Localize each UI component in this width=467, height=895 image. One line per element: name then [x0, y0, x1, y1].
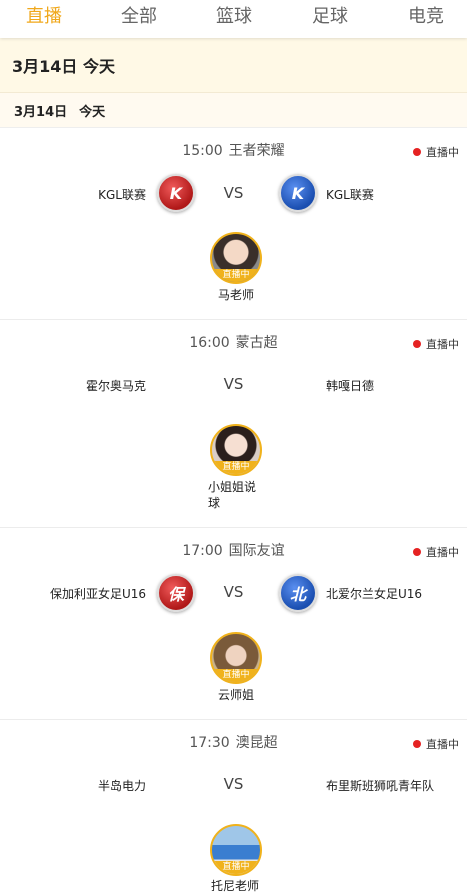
anchor-name-wrap: 球 [208, 496, 221, 510]
match-header: 17:30 澳昆超 [0, 732, 467, 752]
date-subheader: 3月14日 今天 [0, 92, 467, 128]
away-team-name: 布里斯班狮吼青年队 [326, 779, 435, 793]
match-card[interactable]: 15:00 王者荣耀 直播中 KGL联赛 K VS K KGL联赛 直播中 马老师 [0, 128, 467, 320]
live-status: 直播中 [413, 736, 459, 752]
match-time: 16:00 [189, 335, 230, 351]
away-team-name: KGL联赛 [326, 188, 374, 202]
match-league: 国际友谊 [228, 543, 285, 559]
anchor-avatar[interactable]: 直播中 [210, 232, 262, 284]
match-time: 17:30 [189, 735, 230, 751]
date-label: 3月14日 [14, 104, 68, 120]
live-status: 直播中 [413, 336, 459, 352]
match-header: 17:00 国际友谊 [0, 540, 467, 560]
live-status: 直播中 [413, 144, 459, 160]
match-league: 澳昆超 [235, 735, 278, 751]
anchor-live-tag: 直播中 [212, 269, 260, 282]
anchor-name: 云师姐 [218, 688, 255, 702]
anchor-live-tag: 直播中 [212, 669, 260, 682]
tab-basketball[interactable]: 篮球 [216, 2, 252, 28]
live-status-label: 直播中 [426, 738, 459, 751]
day-label: 今天 [79, 104, 106, 120]
match-card[interactable]: 17:00 国际友谊 直播中 保加利亚女足U16 保 VS 北 北爱尔兰女足U16… [0, 528, 467, 720]
away-team-name: 北爱尔兰女足U16 [326, 587, 423, 601]
tab-all[interactable]: 全部 [121, 2, 157, 28]
vs-label: VS [223, 184, 244, 202]
date-banner: 3月14日 今天 [0, 38, 467, 92]
anchor-live-tag: 直播中 [212, 861, 260, 874]
match-card[interactable]: 17:30 澳昆超 直播中 半岛电力 VS 布里斯班狮吼青年队 直播中 托尼老师 [0, 720, 467, 895]
away-team-logo: K [279, 174, 317, 212]
tab-football[interactable]: 足球 [312, 2, 348, 28]
match-time: 15:00 [182, 143, 223, 159]
anchor-live-tag: 直播中 [212, 461, 260, 474]
match-header: 16:00 蒙古超 [0, 332, 467, 352]
category-tabs: 直播 全部 篮球 足球 电竞 [0, 0, 467, 38]
match-header: 15:00 王者荣耀 [0, 140, 467, 160]
live-status-label: 直播中 [426, 338, 459, 351]
anchor-avatar[interactable]: 直播中 [210, 632, 262, 684]
vs-label: VS [223, 375, 244, 393]
anchor-avatar[interactable]: 直播中 [210, 824, 262, 876]
match-league: 王者荣耀 [228, 143, 285, 159]
live-status-label: 直播中 [426, 146, 459, 159]
away-team-logo: 北 [279, 574, 317, 612]
away-team-name: 韩嘎日德 [326, 379, 375, 393]
tab-live[interactable]: 直播 [26, 2, 62, 28]
match-time: 17:00 [182, 543, 223, 559]
anchor-name: 马老师 [218, 288, 255, 302]
live-status-label: 直播中 [426, 546, 459, 559]
match-league: 蒙古超 [235, 335, 278, 351]
anchor-name: 托尼老师 [211, 879, 260, 893]
anchor-name: 小姐姐说 [208, 480, 257, 494]
live-dot-icon [413, 740, 421, 748]
live-status: 直播中 [413, 544, 459, 560]
live-dot-icon [413, 340, 421, 348]
match-card[interactable]: 16:00 蒙古超 直播中 霍尔奥马克 VS 韩嘎日德 直播中 小姐姐说 球 [0, 320, 467, 528]
tab-esports[interactable]: 电竞 [408, 2, 444, 28]
anchor-avatar[interactable]: 直播中 [210, 424, 262, 476]
live-dot-icon [413, 148, 421, 156]
live-dot-icon [413, 548, 421, 556]
